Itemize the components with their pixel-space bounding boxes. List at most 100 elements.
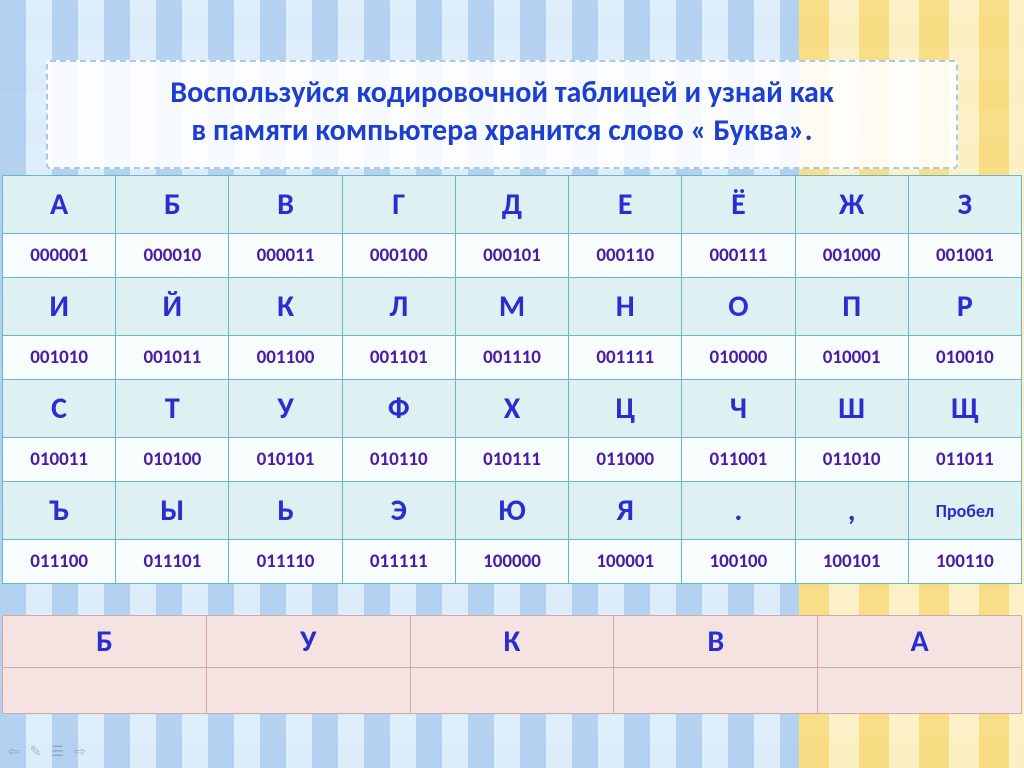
letter-cell: В	[229, 176, 342, 234]
answer-code-cell[interactable]	[3, 668, 207, 714]
answer-code-cell[interactable]	[818, 668, 1022, 714]
answer-code-cell[interactable]	[206, 668, 410, 714]
letter-cell: З	[908, 176, 1021, 234]
letter-cell: Б	[116, 176, 229, 234]
table-row: Ъ Ы Ь Э Ю Я . , Пробел	[3, 482, 1022, 540]
letter-cell: Ч	[682, 380, 795, 438]
letter-cell: Л	[342, 278, 455, 336]
next-slide-icon[interactable]: ⇨	[74, 743, 86, 760]
code-cell: 000001	[3, 234, 116, 278]
code-cell: 001101	[342, 336, 455, 380]
letter-cell: С	[3, 380, 116, 438]
code-cell: 001100	[229, 336, 342, 380]
answer-letters-row: Б У К В А	[3, 616, 1022, 668]
code-cell: 100101	[795, 540, 908, 584]
code-cell: 011101	[116, 540, 229, 584]
letter-cell: Я	[569, 482, 682, 540]
code-cell: 010100	[116, 438, 229, 482]
letter-cell: П	[795, 278, 908, 336]
letter-cell: Д	[455, 176, 568, 234]
code-cell: 000010	[116, 234, 229, 278]
letter-cell: Ъ	[3, 482, 116, 540]
code-cell: 000101	[455, 234, 568, 278]
letter-cell: .	[682, 482, 795, 540]
letter-cell: Ь	[229, 482, 342, 540]
code-cell: 011010	[795, 438, 908, 482]
letter-cell: Ц	[569, 380, 682, 438]
code-cell: 011111	[342, 540, 455, 584]
letter-cell: Н	[569, 278, 682, 336]
code-cell: 010101	[229, 438, 342, 482]
code-cell: 000110	[569, 234, 682, 278]
code-cell: 000100	[342, 234, 455, 278]
code-cell: 011100	[3, 540, 116, 584]
answer-letter-cell: В	[614, 616, 818, 668]
code-cell: 010110	[342, 438, 455, 482]
letter-cell: Й	[116, 278, 229, 336]
code-cell: 100000	[455, 540, 568, 584]
slide-toolbar: ⇦ ✎ ☰ ⇨	[8, 743, 86, 760]
code-cell: 010111	[455, 438, 568, 482]
answer-letter-cell: У	[206, 616, 410, 668]
code-cell: 011001	[682, 438, 795, 482]
answer-letter-cell: А	[818, 616, 1022, 668]
code-cell: 010010	[908, 336, 1021, 380]
answer-table: Б У К В А	[2, 615, 1022, 714]
letter-cell: О	[682, 278, 795, 336]
letter-cell: К	[229, 278, 342, 336]
code-cell: 011110	[229, 540, 342, 584]
table-row: И Й К Л М Н О П Р	[3, 278, 1022, 336]
slide-title: Воспользуйся кодировочной таблицей и узн…	[46, 60, 958, 169]
table-row: 000001 000010 000011 000100 000101 00011…	[3, 234, 1022, 278]
letter-cell: Э	[342, 482, 455, 540]
letter-cell: Р	[908, 278, 1021, 336]
code-cell: 010011	[3, 438, 116, 482]
answer-codes-row	[3, 668, 1022, 714]
letter-cell: Ш	[795, 380, 908, 438]
answer-code-cell[interactable]	[410, 668, 614, 714]
letter-cell: Т	[116, 380, 229, 438]
pen-icon[interactable]: ✎	[30, 743, 42, 760]
title-line-1: Воспользуйся кодировочной таблицей и узн…	[66, 74, 938, 112]
letter-cell: И	[3, 278, 116, 336]
code-cell: 011011	[908, 438, 1021, 482]
letter-cell: Пробел	[908, 482, 1021, 540]
letter-cell: Е	[569, 176, 682, 234]
letter-cell: Г	[342, 176, 455, 234]
letter-cell: ,	[795, 482, 908, 540]
answer-letter-cell: К	[410, 616, 614, 668]
code-cell: 001011	[116, 336, 229, 380]
table-row: 011100 011101 011110 011111 100000 10000…	[3, 540, 1022, 584]
letter-cell: Ё	[682, 176, 795, 234]
letter-cell: Ф	[342, 380, 455, 438]
code-cell: 000111	[682, 234, 795, 278]
answer-letter-cell: Б	[3, 616, 207, 668]
letter-cell: Ы	[116, 482, 229, 540]
letter-cell: Ж	[795, 176, 908, 234]
code-cell: 001010	[3, 336, 116, 380]
answer-code-cell[interactable]	[614, 668, 818, 714]
table-row: 001010 001011 001100 001101 001110 00111…	[3, 336, 1022, 380]
code-cell: 000011	[229, 234, 342, 278]
table-row: А Б В Г Д Е Ё Ж З	[3, 176, 1022, 234]
code-cell: 001001	[908, 234, 1021, 278]
title-line-2: в памяти компьютера хранится слово « Бук…	[66, 112, 938, 150]
letter-cell: М	[455, 278, 568, 336]
letter-cell: Щ	[908, 380, 1021, 438]
code-cell: 001000	[795, 234, 908, 278]
code-cell: 010001	[795, 336, 908, 380]
table-row: 010011 010100 010101 010110 010111 01100…	[3, 438, 1022, 482]
letter-cell: Х	[455, 380, 568, 438]
slide-content: Воспользуйся кодировочной таблицей и узн…	[0, 0, 1024, 768]
menu-icon[interactable]: ☰	[51, 743, 64, 760]
prev-slide-icon[interactable]: ⇦	[8, 743, 20, 760]
letter-cell: У	[229, 380, 342, 438]
code-cell: 100110	[908, 540, 1021, 584]
code-cell: 100100	[682, 540, 795, 584]
code-cell: 001111	[569, 336, 682, 380]
letter-cell: А	[3, 176, 116, 234]
table-row: С Т У Ф Х Ц Ч Ш Щ	[3, 380, 1022, 438]
code-cell: 011000	[569, 438, 682, 482]
letter-cell: Ю	[455, 482, 568, 540]
coding-table: А Б В Г Д Е Ё Ж З 000001 000010 000011 0…	[2, 175, 1022, 584]
